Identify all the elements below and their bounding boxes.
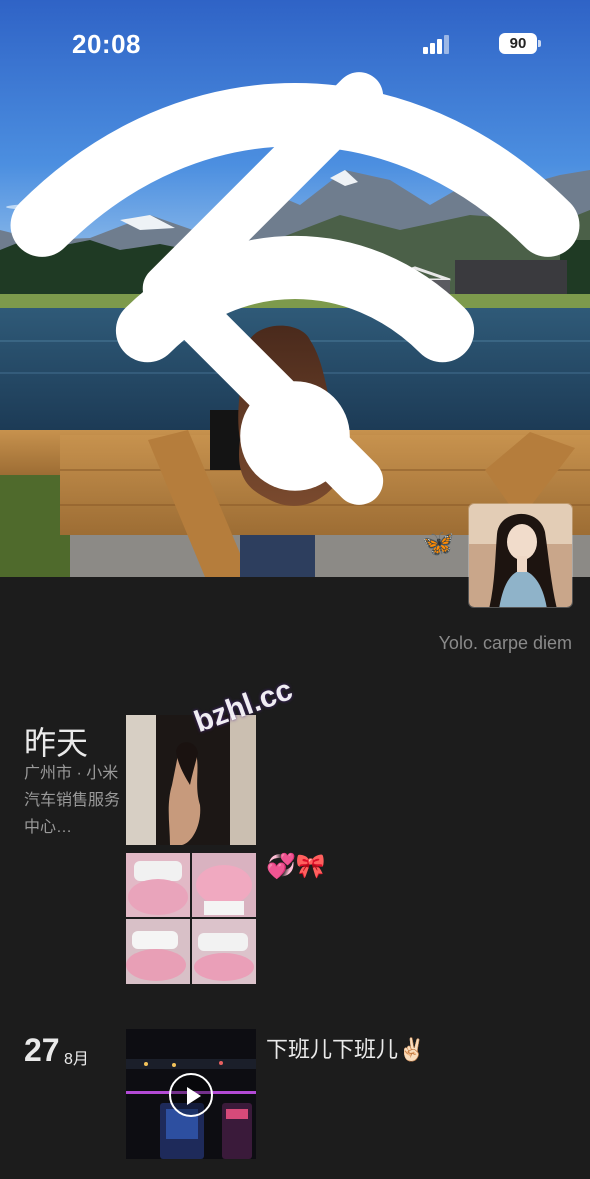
avatar-image: [469, 504, 572, 607]
post-photo-thumbnail[interactable]: [126, 715, 256, 845]
photo-image: [126, 715, 256, 845]
grid-cell-1: [126, 853, 190, 917]
post-date-month: 8月: [64, 1051, 89, 1068]
grid-cell-2: [192, 853, 256, 917]
profile-avatar[interactable]: [468, 503, 573, 608]
back-button[interactable]: [0, 0, 590, 577]
profile-cover-image[interactable]: 20:08 90 🦋: [0, 0, 590, 577]
video-play-button[interactable]: [169, 1073, 213, 1117]
grid-cell-4: [192, 919, 256, 984]
chevron-left-icon: [142, 72, 384, 505]
post-caption-emoji: 💞🎀: [266, 853, 326, 880]
post-caption-text: 下班儿下班儿✌🏻: [266, 1037, 426, 1062]
post-date-yesterday: 昨天: [24, 725, 89, 761]
photo-grid-image: [126, 853, 256, 984]
grid-cell-3: [126, 919, 190, 984]
butterfly-sticker: 🦋: [422, 528, 455, 558]
profile-signature: Yolo. carpe diem: [438, 633, 572, 653]
post-date-day: 27: [24, 1032, 60, 1068]
post-location[interactable]: 广州市 · 小米汽车销售服务中心…: [24, 760, 120, 841]
post-photo-grid[interactable]: [126, 853, 256, 984]
